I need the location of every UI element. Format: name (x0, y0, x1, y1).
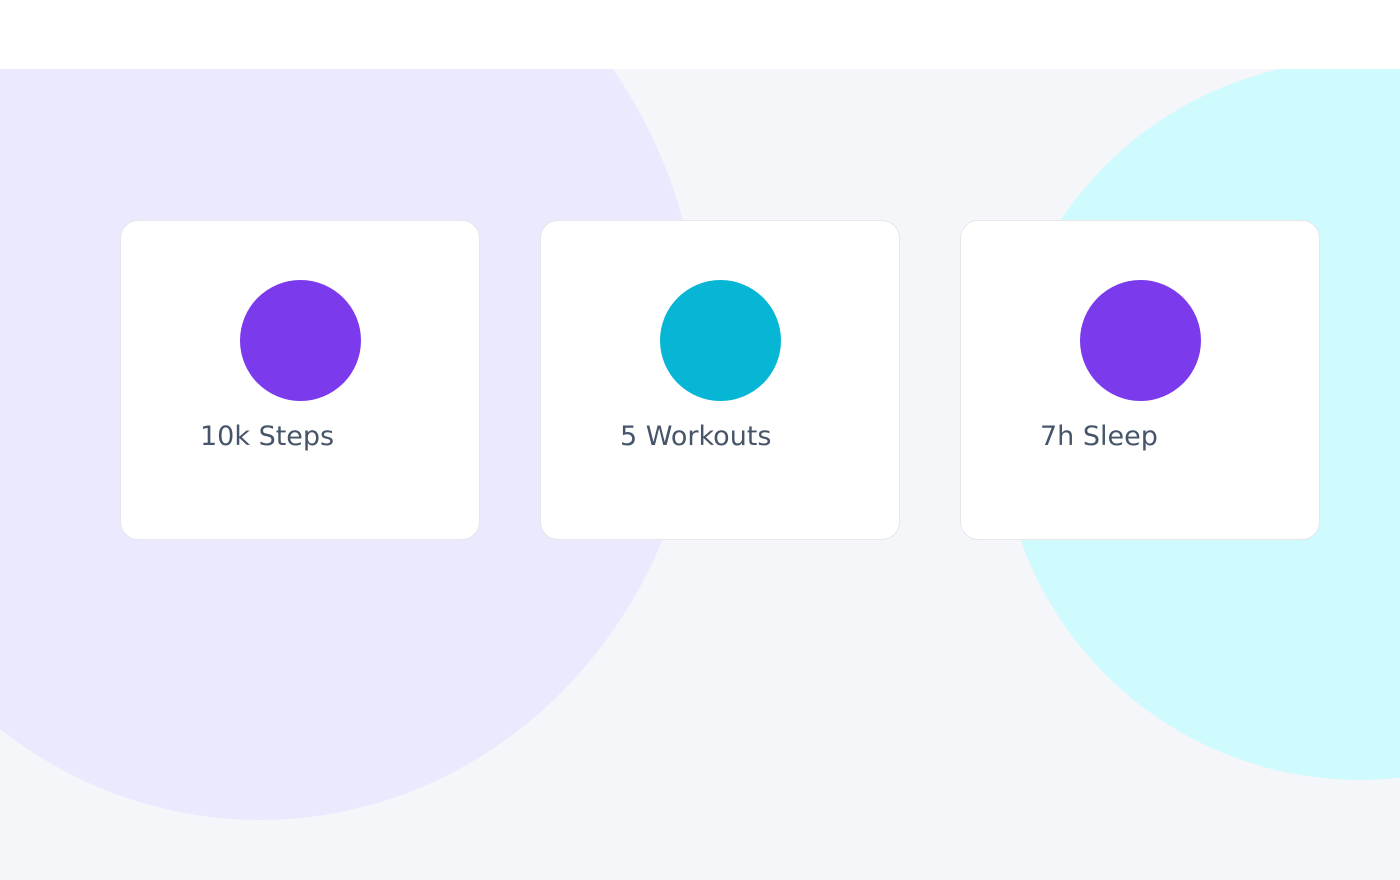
stat-card-label: 7h Sleep (1040, 421, 1158, 452)
stat-card-workouts[interactable]: 5 Workouts (540, 220, 900, 540)
stat-card-label: 10k Steps (200, 421, 335, 452)
header-bar (0, 0, 1400, 69)
steps-circle-icon (240, 280, 361, 401)
sleep-circle-icon (1080, 280, 1201, 401)
workouts-circle-icon (660, 280, 781, 401)
main-area: 10k Steps 5 Workouts 7h Sleep (0, 69, 1400, 880)
stat-card-sleep[interactable]: 7h Sleep (960, 220, 1320, 540)
stat-card-label: 5 Workouts (620, 421, 772, 452)
stat-card-steps[interactable]: 10k Steps (120, 220, 480, 540)
